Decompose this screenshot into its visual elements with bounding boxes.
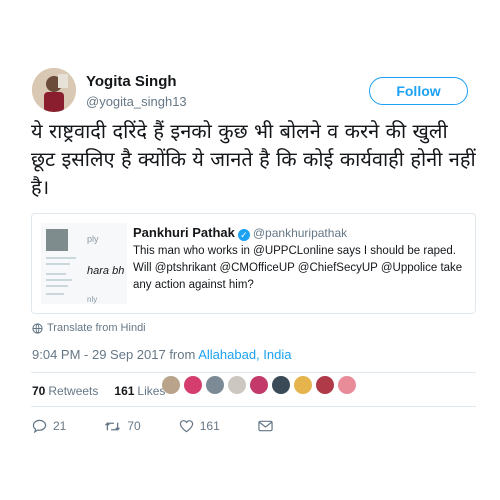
liker-avatar[interactable] [316, 376, 334, 394]
retweet-count: 70 [127, 419, 141, 433]
retweet-icon [105, 421, 121, 431]
liker-avatar[interactable] [184, 376, 202, 394]
author-name[interactable]: Yogita Singh [86, 73, 177, 90]
liker-avatar[interactable] [250, 376, 268, 394]
image-text-1: ply [87, 234, 99, 244]
timestamp-time[interactable]: 9:04 PM - 29 Sep 2017 from [32, 347, 198, 362]
verified-badge-icon: ✓ [237, 229, 250, 241]
liker-avatar[interactable] [272, 376, 290, 394]
follow-button[interactable]: Follow [369, 77, 468, 105]
like-button[interactable]: 161 [179, 419, 220, 433]
tweet-timestamp: 9:04 PM - 29 Sep 2017 from Allahabad, In… [32, 347, 291, 362]
location-link[interactable]: Allahabad, India [198, 347, 291, 362]
like-count: 161 [199, 419, 220, 433]
action-bar: 21 70 161 [32, 419, 311, 433]
divider [31, 406, 476, 407]
divider [31, 372, 476, 373]
retweets-stat[interactable]: 70 Retweets [32, 384, 98, 398]
image-text-3: nly [87, 295, 98, 304]
quoted-tweet-image: ply hara bh nly [41, 223, 127, 304]
image-text-2: hara bh [87, 265, 125, 277]
envelope-icon [258, 420, 273, 432]
likers-avatars[interactable] [162, 376, 356, 394]
quoted-tweet[interactable]: ply hara bh nly Pankhuri Pathak ✓ @pankhur… [31, 213, 476, 314]
liker-avatar[interactable] [162, 376, 180, 394]
liker-avatar[interactable] [206, 376, 224, 394]
author-avatar[interactable] [32, 68, 76, 112]
translate-link[interactable]: Translate from Hindi [32, 322, 146, 334]
liker-avatar[interactable] [338, 376, 356, 394]
reply-count: 21 [53, 419, 67, 433]
reply-button[interactable]: 21 [32, 419, 66, 433]
retweet-button[interactable]: 70 [104, 419, 141, 433]
quoted-author-name[interactable]: Pankhuri Pathak [133, 225, 235, 240]
likes-stat[interactable]: 161 Likes [114, 384, 165, 398]
globe-icon [32, 322, 43, 334]
translate-label: Translate from Hindi [47, 322, 146, 334]
quoted-tweet-text: This man who works in @UPPCLonline says … [133, 245, 463, 291]
reply-icon [32, 419, 47, 433]
direct-message-button[interactable] [258, 420, 273, 432]
heart-icon [179, 420, 193, 433]
liker-avatar[interactable] [294, 376, 312, 394]
liker-avatar[interactable] [228, 376, 246, 394]
tweet-stats: 70 Retweets 161 Likes [32, 384, 165, 398]
tweet-text: ये राष्ट्रवादी दरिंदे हैं इनको कुछ भी बो… [31, 119, 476, 199]
quoted-author-handle[interactable]: @pankhuripathak [253, 226, 347, 240]
author-handle[interactable]: @yogita_singh13 [86, 94, 187, 109]
